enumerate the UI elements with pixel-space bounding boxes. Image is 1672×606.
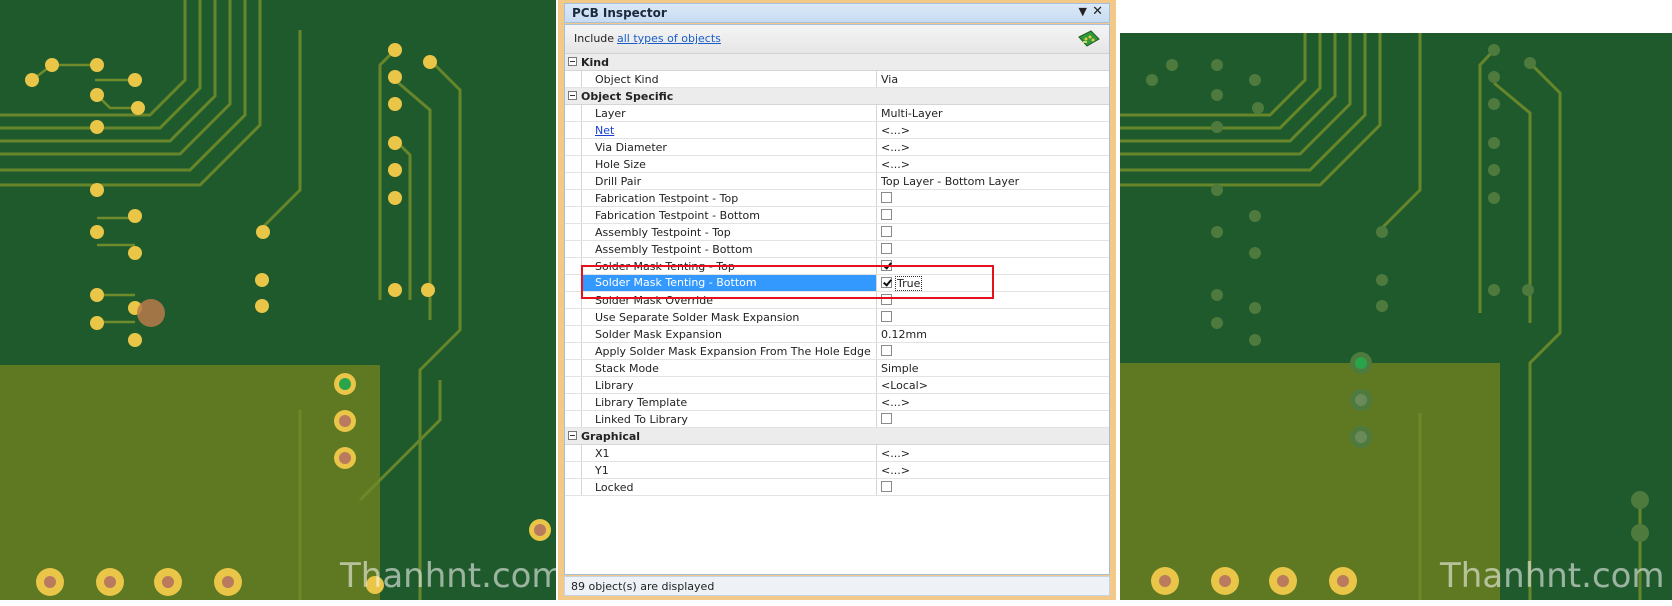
property-grid: Kind Object Kind Via Object Specific Layer Mu… [565,54,1109,496]
property-checkbox[interactable] [881,413,892,424]
property-checkbox[interactable] [881,277,892,288]
property-value[interactable]: Simple [881,362,919,375]
property-row-net[interactable]: Net <...> [565,122,1109,139]
pcb-board-icon[interactable] [1077,29,1101,49]
property-row-use-separate-solder-mask-expansion[interactable]: Use Separate Solder Mask Expansion [565,309,1109,326]
property-value[interactable]: 0.12mm [881,328,927,341]
property-checkbox[interactable] [881,226,892,237]
property-name: Assembly Testpoint - Bottom [595,243,753,256]
watermark: Thanhnt.com [340,556,565,596]
property-row-solder-mask-tenting-bottom[interactable]: Solder Mask Tenting - Bottom True [565,275,1109,292]
property-value[interactable]: <...> [881,124,910,137]
close-icon[interactable]: ✕ [1092,4,1103,19]
status-text: 89 object(s) are displayed [571,580,715,593]
property-name: Library [595,379,634,392]
property-row-via-diameter[interactable]: Via Diameter <...> [565,139,1109,156]
property-checkbox[interactable] [881,481,892,492]
property-name: Object Kind [595,73,659,86]
property-checkbox[interactable] [881,345,892,356]
property-value[interactable]: <...> [881,464,910,477]
category-label: Graphical [581,430,641,443]
property-value[interactable]: <...> [881,158,910,171]
property-row-library-template[interactable]: Library Template <...> [565,394,1109,411]
property-checkbox[interactable] [881,209,892,220]
property-row-fabrication-testpoint-top[interactable]: Fabrication Testpoint - Top [565,190,1109,207]
category-label: Kind [581,56,609,69]
property-name: Use Separate Solder Mask Expansion [595,311,800,324]
property-name: Solder Mask Expansion [595,328,723,341]
inspector-content: Include all types of objects Kind Object … [564,24,1110,575]
property-row-assembly-testpoint-bottom[interactable]: Assembly Testpoint - Bottom [565,241,1109,258]
property-name: Linked To Library [595,413,688,426]
property-value[interactable]: <...> [881,447,910,460]
property-name: Y1 [595,464,609,477]
property-row-layer[interactable]: Layer Multi-Layer [565,105,1109,122]
property-row-solder-mask-expansion[interactable]: Solder Mask Expansion 0.12mm [565,326,1109,343]
property-checkbox[interactable] [881,311,892,322]
property-name: Solder Mask Tenting - Bottom [582,275,877,291]
property-checkbox[interactable] [881,192,892,203]
property-row-fabrication-testpoint-bottom[interactable]: Fabrication Testpoint - Bottom [565,207,1109,224]
property-row-solder-mask-override[interactable]: Solder Mask Override [565,292,1109,309]
property-name: Stack Mode [595,362,659,375]
include-label: Include [574,32,615,45]
property-name: Via Diameter [595,141,667,154]
property-row-locked[interactable]: Locked [565,479,1109,496]
property-name: Hole Size [595,158,646,171]
property-name: Solder Mask Tenting - Top [595,260,735,273]
property-value[interactable]: Top Layer - Bottom Layer [881,175,1019,188]
property-name: Layer [595,107,626,120]
property-name-link[interactable]: Net [595,124,614,137]
collapse-icon[interactable] [568,431,577,440]
pcb-view-after [1120,33,1672,600]
property-row-y1[interactable]: Y1 <...> [565,462,1109,479]
property-row-stack-mode[interactable]: Stack Mode Simple [565,360,1109,377]
property-value[interactable]: <...> [881,396,910,409]
property-value[interactable]: Via [881,73,898,86]
property-row-linked-to-library[interactable]: Linked To Library [565,411,1109,428]
property-name: Fabrication Testpoint - Bottom [595,209,760,222]
property-row-hole-size[interactable]: Hole Size <...> [565,156,1109,173]
property-row-apply-solder-mask-expansion-from-the-hole-edge[interactable]: Apply Solder Mask Expansion From The Hol… [565,343,1109,360]
panel-title: PCB Inspector [572,6,667,20]
property-value[interactable]: <...> [881,141,910,154]
category-graphical[interactable]: Graphical [565,428,1109,445]
property-name: Apply Solder Mask Expansion From The Hol… [595,345,871,358]
property-name: Library Template [595,396,688,409]
watermark: Thanhnt.com [1440,556,1665,596]
category-object-specific[interactable]: Object Specific [565,88,1109,105]
triangle-down-icon[interactable]: ▼ [1079,5,1087,18]
property-row-drill-pair[interactable]: Drill Pair Top Layer - Bottom Layer [565,173,1109,190]
property-row-assembly-testpoint-top[interactable]: Assembly Testpoint - Top [565,224,1109,241]
property-value[interactable]: Multi-Layer [881,107,943,120]
pcb-view-before [0,0,556,600]
property-name: X1 [595,447,610,460]
collapse-icon[interactable] [568,57,577,66]
property-name: Solder Mask Override [595,294,713,307]
pcb-inspector-panel: PCB Inspector ▼ ✕ Include all types of o… [558,0,1116,600]
property-checkbox[interactable] [881,243,892,254]
property-row-library[interactable]: Library <Local> [565,377,1109,394]
property-checkbox[interactable] [881,260,892,271]
property-name: Locked [595,481,634,494]
include-filter-bar: Include all types of objects [565,25,1109,54]
property-value[interactable]: <Local> [881,379,928,392]
property-checkbox[interactable] [881,294,892,305]
category-kind[interactable]: Kind [565,54,1109,71]
property-name: Fabrication Testpoint - Top [595,192,739,205]
property-row-object-kind[interactable]: Object Kind Via [565,71,1109,88]
checkbox-value-label: True [895,276,923,291]
category-label: Object Specific [581,90,674,103]
property-row-solder-mask-tenting-top[interactable]: Solder Mask Tenting - Top [565,258,1109,275]
include-filter-link[interactable]: all types of objects [617,32,721,45]
property-row-x1[interactable]: X1 <...> [565,445,1109,462]
property-name: Assembly Testpoint - Top [595,226,731,239]
panel-titlebar[interactable]: PCB Inspector ▼ ✕ [564,3,1110,23]
collapse-icon[interactable] [568,91,577,100]
status-bar: 89 object(s) are displayed [564,576,1110,596]
property-name: Drill Pair [595,175,642,188]
